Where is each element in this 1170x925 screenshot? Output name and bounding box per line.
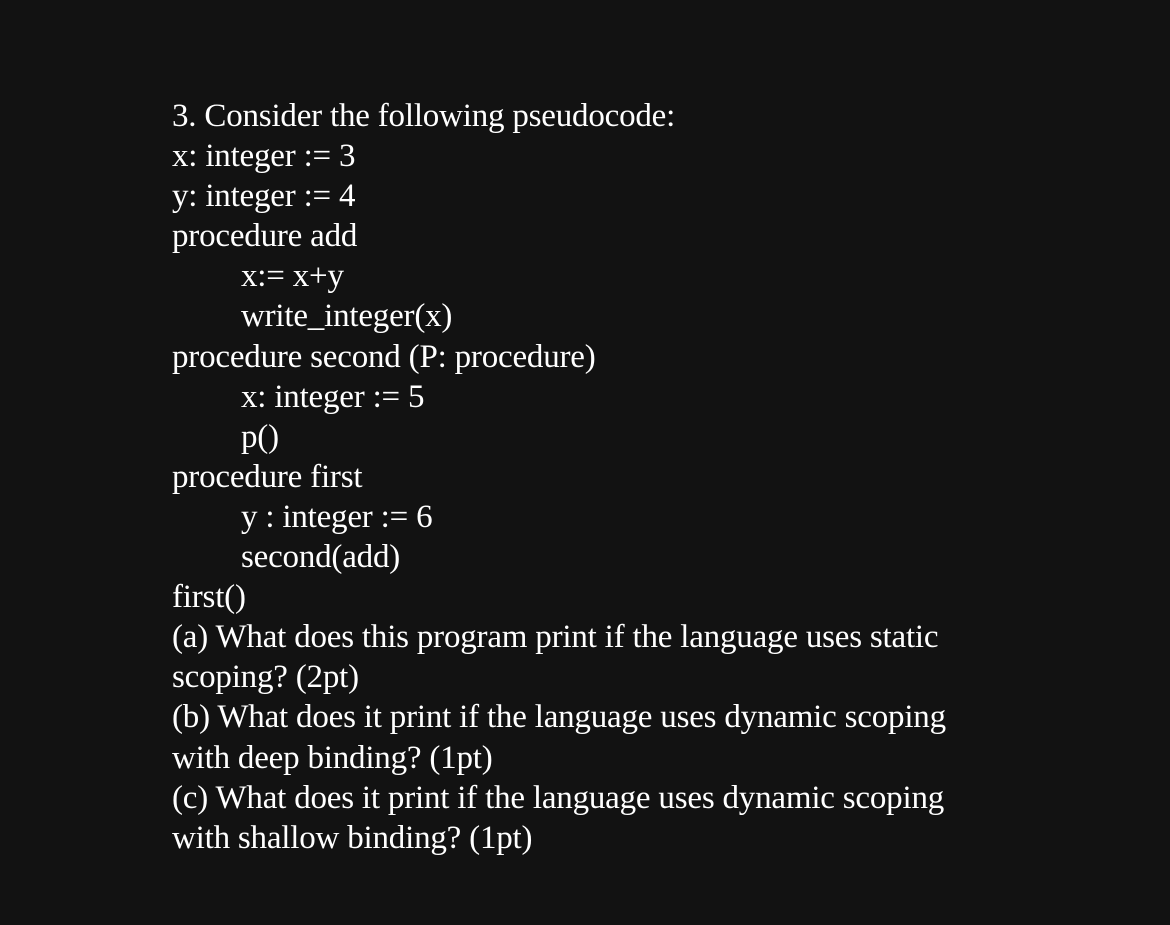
- part-b-text-line-2: with deep binding? (1pt): [172, 739, 493, 776]
- pseudocode-block: x: integer := 3 y: integer := 4 procedur…: [172, 136, 1072, 617]
- code-line: y: integer := 4: [172, 178, 356, 215]
- part-b-text-line-1: (b) What does it print if the language u…: [172, 699, 946, 736]
- question-part-c: (c) What does it print if the language u…: [172, 778, 1072, 858]
- code-line: x:= x+y: [241, 258, 344, 295]
- question-part-a: (a) What does this program print if the …: [172, 617, 1072, 697]
- code-line: procedure second (P: procedure): [172, 338, 596, 375]
- part-c-text-line-1: (c) What does it print if the language u…: [172, 779, 945, 816]
- question-part-b: (b) What does it print if the language u…: [172, 697, 1072, 777]
- part-a-text-line-1: (a) What does this program print if the …: [172, 619, 939, 656]
- question-document: 3. Consider the following pseudocode: x:…: [172, 96, 1072, 858]
- part-a-text-line-2: scoping? (2pt): [172, 659, 359, 696]
- code-line: y : integer := 6: [241, 498, 433, 535]
- part-c-text-line-2: with shallow binding? (1pt): [172, 819, 533, 856]
- code-line: procedure first: [172, 458, 363, 495]
- code-line: x: integer := 5: [241, 378, 425, 415]
- question-heading: 3. Consider the following pseudocode:: [172, 98, 676, 134]
- code-line: first(): [172, 579, 246, 616]
- code-line: p(): [241, 418, 279, 455]
- code-line: write_integer(x): [241, 298, 453, 335]
- code-line: second(add): [241, 539, 401, 576]
- code-line: x: integer := 3: [172, 138, 356, 175]
- code-line: procedure add: [172, 218, 358, 255]
